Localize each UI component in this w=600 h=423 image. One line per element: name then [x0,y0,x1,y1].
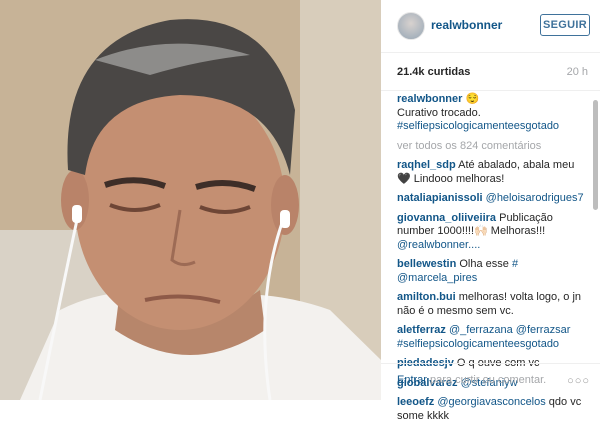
comment-username[interactable]: bellewestin [397,258,456,270]
post-stats: 21.4k curtidas 20 h [381,52,600,91]
follow-button[interactable]: SEGUIR [540,14,590,36]
comment-mention[interactable]: @realwbonner.... [397,239,480,251]
comment-username[interactable]: giovanna_oliiveiira [397,212,496,224]
avatar[interactable] [397,12,425,40]
post-time[interactable]: 20 h [567,66,588,78]
comment-username[interactable]: amilton.bui [397,291,456,303]
caption-username[interactable]: realwbonner [397,93,462,105]
likes-count[interactable]: 21.4k curtidas [397,66,470,78]
comments-scrollbar[interactable] [593,100,598,210]
post-photo [0,0,381,400]
comment-item: aletferraz @_ferrazana @ferrazsar #selfi… [397,324,587,351]
view-all-comments-link[interactable]: ver todos os 824 comentários [397,140,587,154]
comment-item: amilton.bui melhoras! volta logo, o jn n… [397,291,587,318]
more-options-icon[interactable]: ○○○ [567,375,590,387]
comment-mention[interactable]: @heloisarodrigues7 [483,192,584,204]
post-sidebar: realwbonner SEGUIR 21.4k curtidas 20 h r… [381,0,600,422]
post-header: realwbonner SEGUIR [381,0,600,53]
login-link[interactable]: Entrar [397,374,427,386]
login-prompt-text: para curtir ou comentar. [426,374,547,386]
caption-text: Curativo trocado. [397,106,481,119]
comment-text: Olha esse [456,258,512,270]
selfie-image [0,0,381,400]
caption-hashtag[interactable]: #selfiepsicologicamenteesgotado [397,120,559,132]
comment-username[interactable]: raqhel_sdp [397,159,456,171]
caption: realwbonner 😌 Curativo trocado. #selfiep… [397,93,587,134]
post-author-username[interactable]: realwbonner [431,18,502,32]
caption-emoji: 😌 [465,93,480,105]
comment-item: nataliapianissoli @heloisarodrigues7 [397,192,587,206]
comment-item: giovanna_oliiveiira Publicação number 10… [397,212,587,253]
comment-username[interactable]: nataliapianissoli [397,192,483,204]
comments-list: realwbonner 😌 Curativo trocado. #selfiep… [397,93,587,422]
comment-item: bellewestin Olha esse # @marcela_pires [397,258,587,285]
comment-username[interactable]: aletferraz [397,324,446,336]
post-footer: Entrar para curtir ou comentar. ○○○ [381,363,600,401]
login-prompt: Entrar para curtir ou comentar. [397,374,546,386]
comment-item: raqhel_sdp Até abalado, abala meu 🖤 Lind… [397,159,587,186]
